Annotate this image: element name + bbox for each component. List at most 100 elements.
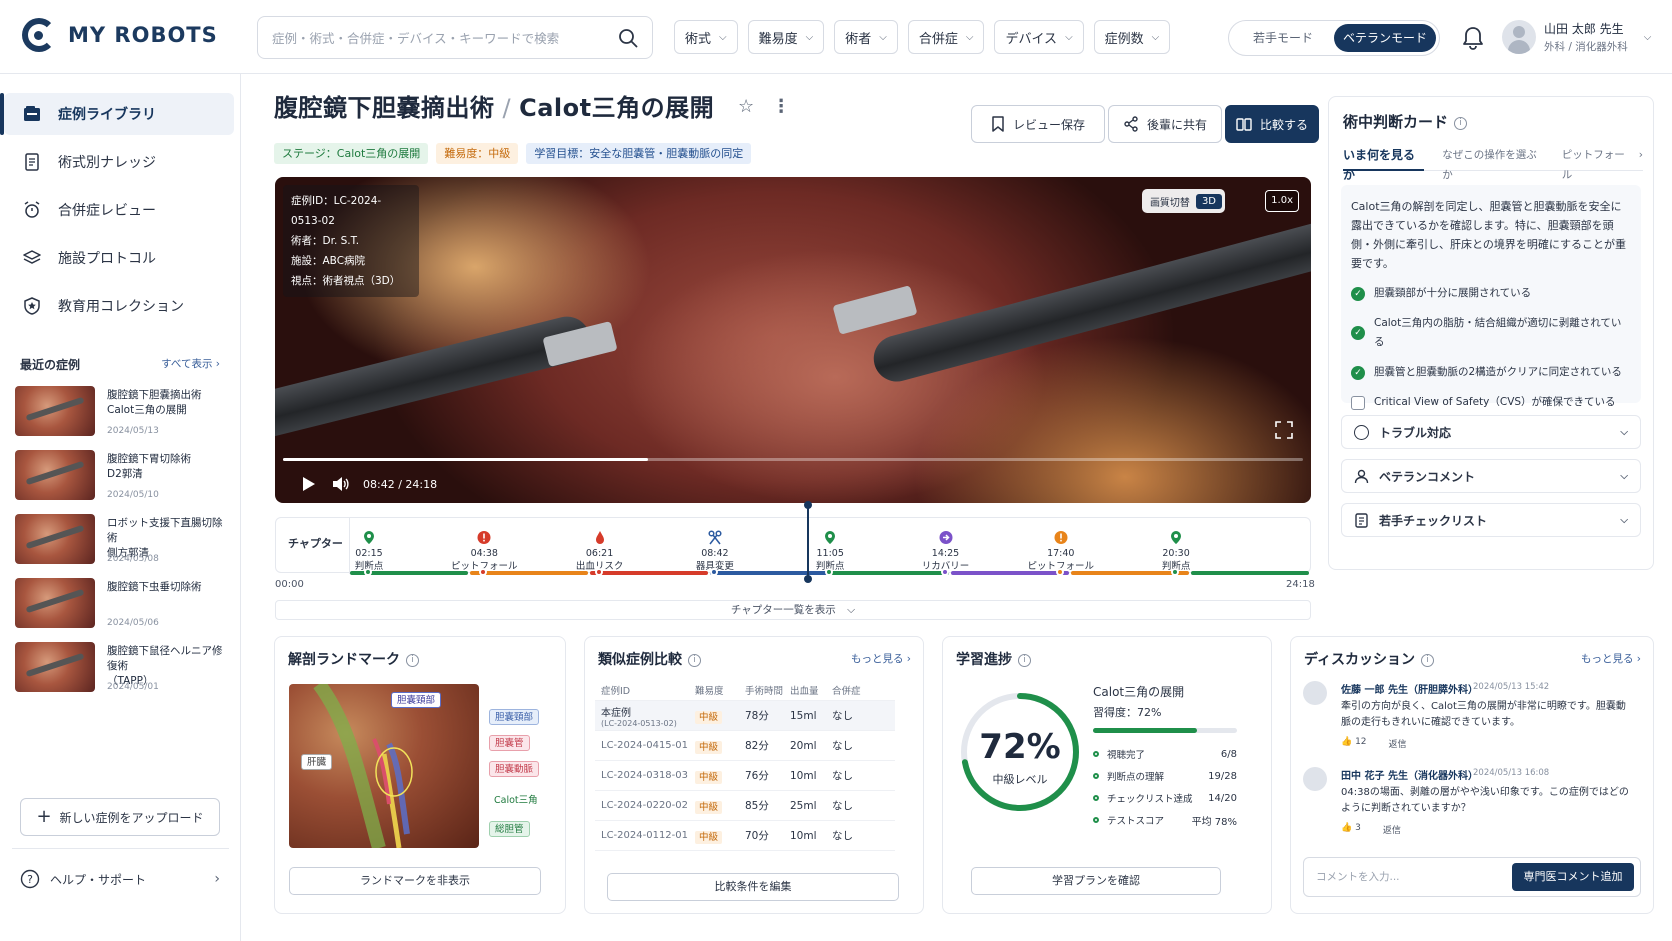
- tab-why-this-action[interactable]: なぜこの操作を選ぶか: [1442, 145, 1544, 181]
- add-expert-comment-button[interactable]: 専門医コメント追加: [1512, 863, 1634, 891]
- comment-input[interactable]: コメントを入力... 専門医コメント追加: [1303, 857, 1641, 897]
- help-support-link[interactable]: ? ヘルプ・サポート ›: [20, 869, 220, 889]
- chapter-segment[interactable]: [1190, 571, 1309, 575]
- accordion-troubleshooting[interactable]: トラブル対応 ⌵: [1341, 415, 1641, 449]
- timeline-playhead[interactable]: [804, 501, 812, 583]
- chapter-marker[interactable]: 02:15 判断点: [324, 530, 414, 573]
- chapter-marker[interactable]: 17:40 ピットフォール: [1016, 530, 1106, 573]
- sidebar-item-complication-review[interactable]: 合併症レビュー: [4, 189, 234, 231]
- comment-body: 04:38の場面、剥離の層がやや浅い印象です。この症例ではどのように判断されてい…: [1341, 787, 1629, 814]
- search-icon[interactable]: [618, 28, 638, 48]
- recent-case-item[interactable]: ロボット支援下直腸切除術 側方郭清 2024/05/08: [15, 514, 230, 566]
- chapter-list-toggle[interactable]: チャプター一覧を表示 ⌵: [275, 600, 1311, 620]
- share-button[interactable]: 後輩に共有: [1108, 105, 1222, 143]
- filter-difficulty[interactable]: 難易度 ⌵: [747, 20, 825, 54]
- junior-mode-option[interactable]: 若手モード: [1232, 24, 1334, 52]
- blood-cell: 15ml: [790, 709, 817, 722]
- chapter-marker[interactable]: 20:30 判断点: [1131, 530, 1221, 573]
- filter-complication[interactable]: 合併症 ⌵: [907, 20, 985, 54]
- chapter-marker[interactable]: 14:25 リカバリー: [901, 530, 991, 573]
- more-vertical-icon[interactable]: ⋮: [772, 96, 790, 117]
- recent-case-item[interactable]: 腹腔鏡下胃切除術 D2郭清 2024/05/10: [15, 450, 230, 502]
- table-row[interactable]: LC-2024-0220-02 中級 85分 25ml なし: [595, 791, 895, 821]
- chevron-right-icon[interactable]: ›: [1639, 145, 1643, 171]
- play-icon[interactable]: [299, 475, 317, 493]
- filter-case-count[interactable]: 症例数 ⌵: [1093, 20, 1171, 54]
- table-row[interactable]: LC-2024-0415-01 中級 82分 20ml なし: [595, 731, 895, 761]
- video-case-id: 症例ID：LC-2024-0513-02: [291, 195, 382, 227]
- chapter-segment[interactable]: [710, 571, 829, 575]
- filter-surgeon[interactable]: 術者 ⌵: [834, 20, 898, 54]
- chapter-marker[interactable]: 08:42 器具変更: [670, 530, 760, 573]
- accordion-junior-checklist[interactable]: 若手チェックリスト ⌵: [1341, 503, 1641, 537]
- video-progress-bar[interactable]: [283, 458, 1303, 461]
- quality-toggle[interactable]: 画質切替 3D: [1141, 189, 1225, 213]
- user-menu[interactable]: 山田 太郎 先生 外科 / 消化器外科 ⌵: [1502, 20, 1651, 54]
- compare-button[interactable]: 比較する: [1225, 105, 1319, 143]
- reply-button[interactable]: 返信: [1389, 737, 1407, 750]
- sidebar-item-procedure-knowledge[interactable]: 術式別ナレッジ: [4, 141, 234, 183]
- filter-device[interactable]: デバイス ⌵: [994, 20, 1084, 54]
- bell-icon[interactable]: [1460, 24, 1486, 52]
- tab-pitfall[interactable]: ピットフォール: [1562, 145, 1633, 181]
- chapter-marker[interactable]: 04:38 ピットフォール: [439, 530, 529, 573]
- recent-view-all-link[interactable]: すべて表示 ›: [161, 356, 220, 371]
- judgement-content: Calot三角の解剖を同定し、胆嚢管と胆嚢動脈を安全に露出できているかを確認しま…: [1341, 185, 1641, 410]
- info-icon[interactable]: i: [406, 654, 419, 667]
- edit-compare-conditions-button[interactable]: 比較条件を編集: [607, 873, 899, 901]
- info-icon[interactable]: i: [1454, 117, 1468, 130]
- sidebar-item-case-library[interactable]: 症例ライブラリ: [0, 93, 234, 135]
- check-item[interactable]: ✓ 胆嚢管と胆嚢動脈の2構造がクリアに同定されている: [1351, 363, 1631, 382]
- chapter-dot[interactable]: [940, 568, 949, 576]
- similar-more-link[interactable]: もっと見る ›: [851, 651, 911, 666]
- chapter-dot[interactable]: [364, 568, 372, 576]
- chapter-segment[interactable]: [470, 571, 589, 575]
- learning-plan-button[interactable]: 学習プランを確認: [971, 867, 1221, 895]
- landmark-image[interactable]: 胆嚢頸部 肝臓: [289, 684, 479, 848]
- search-input[interactable]: 症例・術式・合併症・デバイス・キーワードで検索: [257, 16, 653, 59]
- info-icon[interactable]: i: [1018, 654, 1031, 667]
- volume-icon[interactable]: [331, 475, 349, 493]
- like-button[interactable]: 👍 3: [1341, 823, 1361, 836]
- mode-3d-badge[interactable]: 3D: [1195, 193, 1222, 209]
- sidebar-item-facility-protocol[interactable]: 施設プロトコル: [4, 237, 234, 279]
- save-review-button[interactable]: レビュー保存: [971, 105, 1105, 143]
- chapter-segment[interactable]: [950, 571, 1069, 575]
- chapter-dot[interactable]: [1055, 568, 1064, 576]
- like-button[interactable]: 👍 12: [1341, 737, 1367, 750]
- discussion-more-link[interactable]: もっと見る ›: [1581, 651, 1641, 666]
- info-icon[interactable]: i: [1421, 654, 1435, 667]
- table-row[interactable]: LC-2024-0112-01 中級 70分 10ml なし: [595, 821, 895, 851]
- fullscreen-icon[interactable]: [1275, 421, 1293, 439]
- filter-procedure[interactable]: 術式 ⌵: [674, 20, 738, 54]
- upload-case-button[interactable]: + 新しい症例をアップロード: [20, 798, 220, 836]
- check-item[interactable]: Critical View of Safety（CVS）が確保できている: [1351, 393, 1631, 412]
- check-item[interactable]: ✓ Calot三角内の脂肪・結合組織が適切に剥離されている: [1351, 314, 1631, 352]
- chapter-dot[interactable]: [594, 568, 603, 576]
- recent-case-item[interactable]: 腹腔鏡下虫垂切除術 2024/05/06: [15, 578, 230, 630]
- chapter-marker[interactable]: 06:21 出血リスク: [555, 530, 645, 573]
- recent-case-item[interactable]: 腹腔鏡下鼠径ヘルニア修復術 （TAPP） 2024/05/01: [15, 642, 230, 694]
- star-icon[interactable]: ☆: [738, 96, 754, 117]
- chevron-down-icon: ⌵: [847, 604, 856, 616]
- info-icon[interactable]: i: [688, 654, 701, 667]
- chapter-segment[interactable]: [590, 571, 709, 575]
- brand-logo[interactable]: MY ROBOTS: [22, 18, 218, 52]
- playback-speed[interactable]: 1.0x: [1265, 190, 1299, 212]
- chapter-segment[interactable]: [830, 571, 949, 575]
- check-item[interactable]: ✓ 胆嚢頸部が十分に展開されている: [1351, 284, 1631, 303]
- table-row[interactable]: LC-2024-0318-03 中級 76分 10ml なし: [595, 761, 895, 791]
- reply-button[interactable]: 返信: [1383, 823, 1401, 836]
- tab-what-to-see[interactable]: いま何を見るか: [1343, 145, 1425, 182]
- sidebar-item-education-collection[interactable]: 教育用コレクション: [4, 285, 234, 327]
- chapter-dot[interactable]: [709, 568, 718, 576]
- surgery-video-player[interactable]: 症例ID：LC-2024-0513-02 術者：Dr. S.T. 施設：ABC病…: [275, 177, 1311, 503]
- recent-case-thumbnail: [15, 450, 95, 500]
- recent-case-date: 2024/05/01: [107, 682, 159, 692]
- hide-landmarks-button[interactable]: ランドマークを非表示: [289, 867, 541, 895]
- veteran-mode-option[interactable]: ベテランモード: [1334, 24, 1436, 52]
- chapter-marker[interactable]: 11:05 判断点: [785, 530, 875, 573]
- accordion-veteran-comment[interactable]: ベテランコメント ⌵: [1341, 459, 1641, 493]
- recent-case-item[interactable]: 腹腔鏡下胆嚢摘出術 Calot三角の展開 2024/05/13: [15, 386, 230, 438]
- table-row-current[interactable]: 本症例 (LC-2024-0513-02) 中級 78分 15ml なし: [595, 701, 895, 731]
